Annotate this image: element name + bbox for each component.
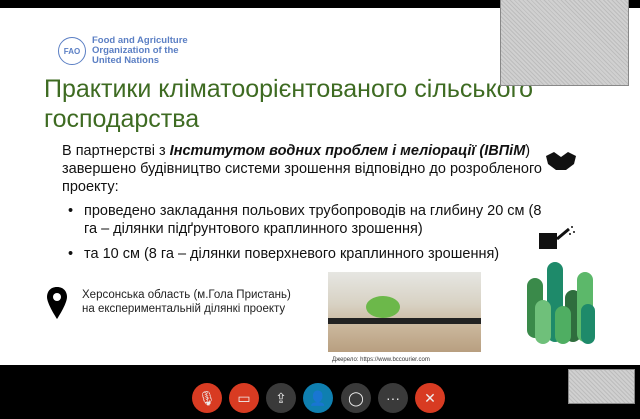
intro-pre: В партнерстві з: [62, 143, 170, 159]
more-button[interactable]: ···: [378, 383, 408, 413]
video-button[interactable]: ▭: [229, 383, 259, 413]
participant-video-thumbnail[interactable]: [500, 0, 629, 86]
trees-icon: [527, 262, 595, 344]
watering-can-icon: [539, 226, 575, 249]
chat-icon: ◯: [348, 389, 364, 406]
drip-irrigation-photo: [328, 272, 481, 352]
mute-button[interactable]: 🎙: [192, 383, 222, 413]
slide-body: В партнерстві з Інститутом водних пробле…: [62, 142, 542, 270]
intro-text: В партнерстві з Інститутом водних пробле…: [62, 142, 542, 196]
leave-button[interactable]: ✕: [415, 383, 445, 413]
intro-bold: Інститутом водних проблем і меліорації (…: [169, 143, 526, 159]
more-icon: ···: [386, 390, 400, 406]
bullet-item: та 10 см (8 га – ділянки поверхневого кр…: [68, 245, 542, 263]
close-icon: ✕: [424, 389, 436, 406]
location-pin-icon: [47, 287, 67, 319]
share-icon: ⇪: [275, 389, 287, 406]
participants-icon: 👤: [309, 389, 327, 406]
camera-off-icon: ▭: [237, 389, 251, 406]
handshake-icon: [546, 152, 576, 170]
fao-logo: FAO Food and Agriculture Organization of…: [58, 36, 188, 66]
share-button[interactable]: ⇪: [266, 383, 296, 413]
bullet-item: проведено закладання польових трубопрово…: [68, 202, 542, 238]
logo-line: United Nations: [92, 55, 160, 66]
chat-button[interactable]: ◯: [341, 383, 371, 413]
self-video-thumbnail[interactable]: [568, 369, 635, 404]
slide-title: Практики кліматоорієнтованого сільського…: [44, 75, 534, 133]
mic-off-icon: 🎙: [198, 389, 216, 406]
photo-credit: Джерело: https://www.bccourier.com: [332, 357, 430, 363]
participants-button[interactable]: 👤: [303, 383, 333, 413]
location-text: Херсонська область (м.Гола Пристань) на …: [82, 289, 291, 315]
fao-emblem-icon: FAO: [58, 37, 86, 65]
